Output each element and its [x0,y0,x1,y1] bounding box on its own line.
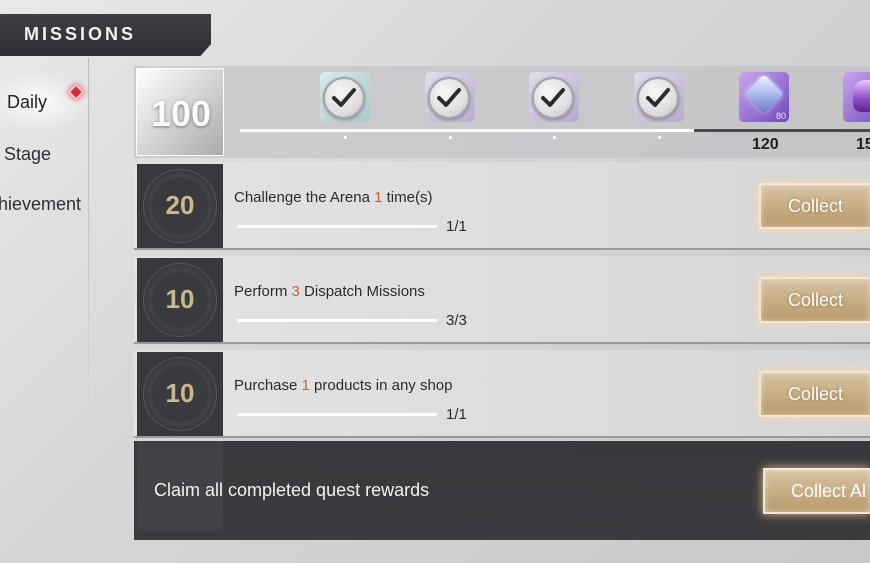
check-icon [323,77,365,119]
mission-row: 20 Challenge the Arena 1 time(s) 1/1 Col… [134,162,870,250]
collect-button[interactable]: Collect [759,277,870,323]
points-progress-bar [240,129,870,132]
reward-chest-2[interactable] [425,72,475,122]
collect-button[interactable]: Collect [759,183,870,229]
mission-row: 10 Purchase 1 products in any shop 1/1 C… [134,350,870,438]
page-title: MISSIONS [24,24,137,44]
mission-progress-bar [237,413,437,416]
mission-progress-count: 1/1 [446,406,467,423]
milestone-tick [658,136,661,139]
milestone-label: 15 [856,136,870,153]
points-total-box: 100 [136,68,224,156]
sidebar-divider [88,58,89,518]
mission-points-badge: 10 [137,352,223,436]
mission-points: 10 [165,378,195,408]
sidebar-item-daily[interactable]: Daily [7,92,47,113]
check-icon [532,77,574,119]
claim-all-text: Claim all completed quest rewards [154,480,430,500]
milestone-tick [449,136,452,139]
reward-quantity: 80 [775,111,786,121]
mission-progress-bar [237,319,437,322]
reward-crystal-1[interactable]: 80 [739,72,789,122]
crystal-icon [744,74,784,114]
missions-header: MISSIONS [0,14,211,56]
reward-chest-4[interactable] [634,72,684,122]
mission-points-badge: 20 [137,164,223,248]
collect-all-button[interactable]: Collect Al [763,468,870,514]
sidebar-item-stage[interactable]: Stage [4,144,51,165]
mission-progress-count: 1/1 [446,218,467,235]
mission-description: Purchase 1 products in any shop [234,377,453,394]
reward-chest-1[interactable] [320,72,370,122]
mission-points: 20 [165,190,195,220]
milestone-label: 120 [752,136,779,153]
claim-all-bar: Claim all completed quest rewards Collec… [134,441,870,540]
check-icon [428,77,470,119]
reward-crystal-2[interactable] [843,72,870,122]
check-icon [637,77,679,119]
milestone-tick [344,136,347,139]
crystal-icon [853,80,870,112]
mission-row: 10 Perform 3 Dispatch Missions 3/3 Colle… [134,256,870,344]
milestone-tick [553,136,556,139]
mission-points: 10 [165,284,195,314]
collect-button[interactable]: Collect [759,371,870,417]
mission-description: Challenge the Arena 1 time(s) [234,189,433,206]
mission-target: 1 [301,377,310,394]
mission-progress-bar [237,225,437,228]
mission-progress-count: 3/3 [446,312,467,329]
points-total: 100 [150,93,212,134]
mission-target: 3 [291,283,300,300]
mission-points-badge: 10 [137,258,223,342]
points-progress-fill [240,129,694,132]
sidebar-item-achievement[interactable]: hievement [0,194,81,215]
mission-description: Perform 3 Dispatch Missions [234,283,425,300]
reward-chest-3[interactable] [529,72,579,122]
